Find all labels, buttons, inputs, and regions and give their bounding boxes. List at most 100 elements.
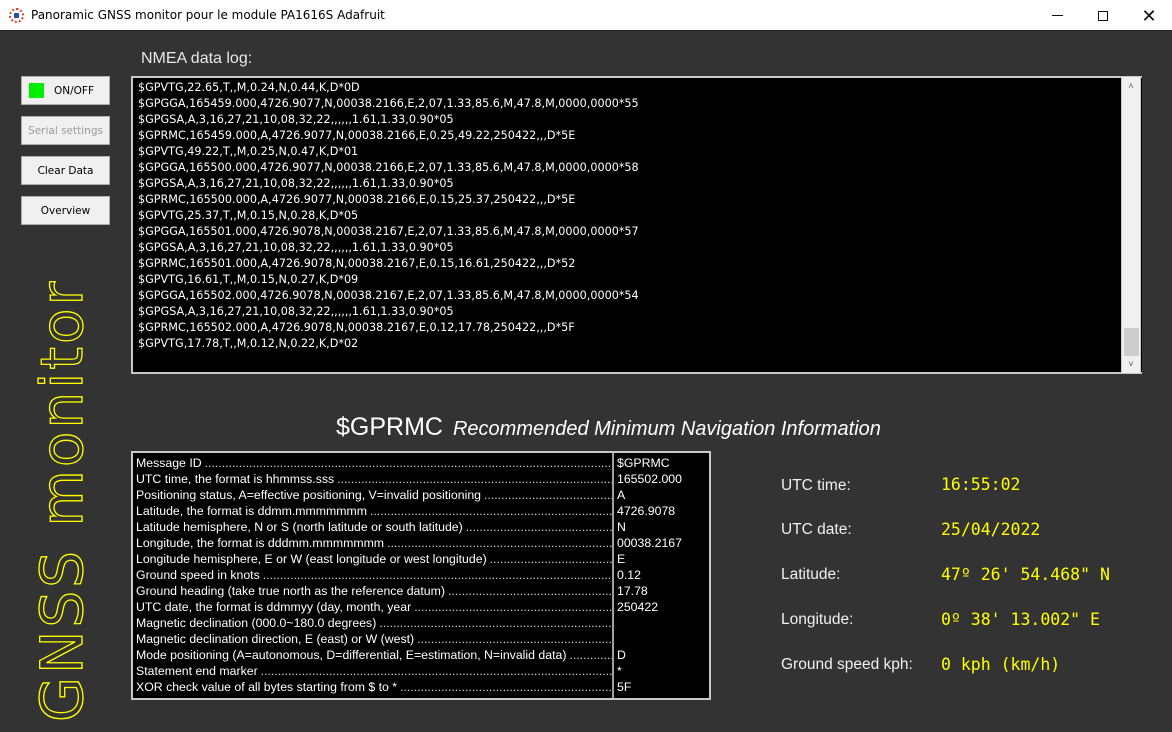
on-off-label: ON/OFF: [53, 84, 94, 97]
log-line: $GPGSA,A,3,16,27,21,10,08,32,22,,,,,,1.6…: [138, 113, 454, 126]
dot-leader: [569, 647, 612, 663]
message-id: $GPRMC: [336, 413, 443, 441]
latitude-value: 47º 26' 54.468" N: [941, 565, 1110, 584]
log-line: $GPGGA,165501.000,4726.9078,N,00038.2167…: [138, 225, 639, 238]
log-line: $GPVTG,16.61,T,,M,0.15,N,0.27,K,D*09: [138, 273, 359, 286]
utc-date-value: 25/04/2022: [941, 520, 1041, 539]
field-value: D: [617, 648, 626, 662]
field-value: 5F: [617, 680, 632, 694]
field-row: Magnetic declination direction, E (east)…: [136, 631, 612, 647]
field-label: Ground speed in knots: [136, 568, 260, 582]
field-value: 250422: [617, 600, 659, 614]
serial-settings-button[interactable]: Serial settings: [21, 116, 110, 145]
dot-leader: [387, 535, 612, 551]
serial-settings-label: Serial settings: [28, 124, 103, 137]
field-row: Latitude hemisphere, N or S (north latit…: [136, 519, 612, 535]
scroll-thumb[interactable]: [1124, 328, 1139, 356]
close-button[interactable]: ✕: [1126, 0, 1172, 31]
field-label: Positioning status, A=effective position…: [136, 488, 481, 502]
minimize-button[interactable]: [1034, 0, 1080, 31]
field-row: Longitude, the format is dddmm.mmmmmmm: [136, 535, 612, 551]
dot-leader: [448, 583, 612, 599]
log-line: $GPVTG,22.65,T,,M,0.24,N,0.44,K,D*0D: [138, 81, 360, 94]
field-row: UTC time, the format is hhmmss.sss: [136, 471, 612, 487]
log-line: $GPRMC,165500.000,A,4726.9077,N,00038.21…: [138, 193, 576, 206]
utc-date-label: UTC date:: [781, 521, 852, 538]
scroll-up-icon[interactable]: ˄: [1122, 78, 1140, 94]
maximize-icon: [1098, 10, 1108, 21]
overview-button[interactable]: Overview: [21, 196, 110, 225]
field-label: Message ID: [136, 456, 202, 470]
log-line: $GPVTG,49.22,T,,M,0.25,N,0.47,K,D*01: [138, 145, 359, 158]
overview-label: Overview: [40, 204, 91, 217]
maximize-button[interactable]: [1080, 0, 1126, 31]
log-line: $GPVTG,25.37,T,,M,0.15,N,0.28,K,D*05: [138, 209, 359, 222]
field-row: Statement end marker: [136, 663, 612, 679]
column-divider: [612, 453, 614, 698]
field-row: Longitude hemisphere, E or W (east longi…: [136, 551, 612, 567]
dot-leader: [490, 551, 612, 567]
field-label: Longitude hemisphere, E or W (east longi…: [136, 552, 487, 566]
dot-leader: [379, 615, 612, 631]
on-off-button[interactable]: ON/OFF: [21, 76, 110, 105]
title-bar: Panoramic GNSS monitor pour le module PA…: [0, 0, 1172, 31]
dot-leader: [484, 487, 612, 503]
log-scrollbar[interactable]: ˄ ˅: [1121, 76, 1141, 374]
field-value: *: [617, 664, 622, 678]
field-row: Mode positioning (A=autonomous, D=differ…: [136, 647, 612, 663]
dot-leader: [466, 519, 612, 535]
field-label: UTC date, the format is ddmmyy (day, mon…: [136, 600, 412, 614]
field-row: Positioning status, A=effective position…: [136, 487, 612, 503]
field-row: Magnetic declination (000.0~180.0 degree…: [136, 615, 612, 631]
log-line: $GPGGA,165459.000,4726.9077,N,00038.2166…: [138, 97, 639, 110]
utc-time-label: UTC time:: [781, 477, 851, 494]
field-row: XOR check value of all bytes starting fr…: [136, 679, 612, 695]
field-label: UTC time, the format is hhmmss.sss: [136, 472, 335, 486]
clear-data-label: Clear Data: [37, 164, 94, 177]
field-row: UTC date, the format is ddmmyy (day, mon…: [136, 599, 612, 615]
field-label: Latitude, the format is ddmm.mmmmmmm: [136, 504, 367, 518]
latitude-label: Latitude:: [781, 566, 841, 583]
nmea-log-lines: $GPVTG,22.65,T,,M,0.24,N,0.44,K,D*0D $GPG…: [138, 80, 639, 352]
minimize-icon: [1051, 15, 1063, 16]
dot-leader: [263, 567, 612, 583]
message-description: Recommended Minimum Navigation Informati…: [452, 418, 881, 440]
field-value: E: [617, 552, 626, 566]
longitude-value: 0º 38' 13.002" E: [941, 610, 1100, 629]
utc-time-value: 16:55:02: [941, 475, 1021, 494]
log-line: $GPGSA,A,3,16,27,21,10,08,32,22,,,,,,1.6…: [138, 177, 454, 190]
log-label: NMEA data log:: [141, 50, 253, 67]
field-value: 4726.9078: [617, 504, 676, 518]
nmea-log-textbox[interactable]: $GPVTG,22.65,T,,M,0.24,N,0.44,K,D*0D $GPG…: [131, 76, 1142, 374]
rmc-fields-table: Message ID UTC time, the format is hhmmss…: [131, 451, 711, 700]
log-line: $GPGGA,165502.000,4726.9078,N,00038.2167…: [138, 289, 639, 302]
field-label: Magnetic declination direction, E (east)…: [136, 632, 415, 646]
field-value: 17.78: [617, 584, 648, 598]
field-value: N: [617, 520, 626, 534]
log-line: $GPVTG,17.78,T,,M,0.12,N,0.22,K,D*02: [138, 337, 359, 350]
field-value: $GPRMC: [617, 456, 670, 470]
rmc-field-values: $GPRMC 165502.000 A 4726.9078 N 00038.2167 E 0.…: [617, 455, 682, 695]
clear-data-button[interactable]: Clear Data: [21, 156, 110, 185]
field-value: 165502.000: [617, 472, 682, 486]
log-line: $GPRMC,165501.000,A,4726.9078,N,00038.21…: [138, 257, 576, 270]
field-value: [617, 615, 682, 631]
dot-leader: [337, 471, 612, 487]
dot-leader: [205, 455, 612, 471]
field-label: Longitude, the format is dddmm.mmmmmmm: [136, 536, 385, 550]
field-value: 0.12: [617, 568, 641, 582]
field-row: Message ID: [136, 455, 612, 471]
field-label: Latitude hemisphere, N or S (north latit…: [136, 520, 463, 534]
field-label: Magnetic declination (000.0~180.0 degree…: [136, 616, 377, 630]
app-vertical-title: GNSS monitor: [27, 278, 96, 723]
field-label: Statement end marker: [136, 664, 258, 678]
longitude-label: Longitude:: [781, 611, 854, 628]
dot-leader: [414, 599, 612, 615]
field-row: Ground heading (take true north as the r…: [136, 583, 612, 599]
field-row: Latitude, the format is ddmm.mmmmmmm: [136, 503, 612, 519]
dot-leader: [261, 663, 612, 679]
field-value: 00038.2167: [617, 536, 682, 550]
log-line: $GPGSA,A,3,16,27,21,10,08,32,22,,,,,,1.6…: [138, 241, 454, 254]
scroll-down-icon[interactable]: ˅: [1122, 356, 1140, 372]
field-label: Mode positioning (A=autonomous, D=differ…: [136, 648, 567, 662]
